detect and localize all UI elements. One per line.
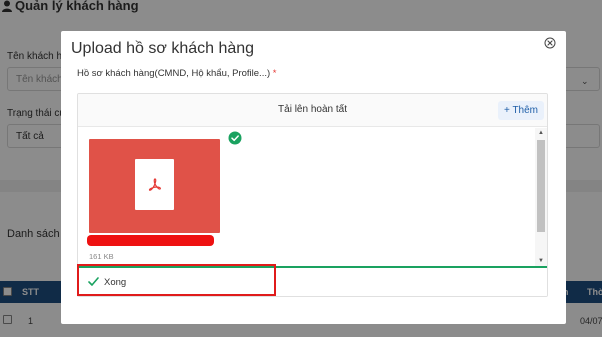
required-mark: * — [272, 68, 277, 79]
scroll-down-icon[interactable]: ▼ — [535, 257, 547, 265]
uploader-file-list: 161 KB ▲ ▼ — [78, 128, 547, 266]
uploader-header: Tải lên hoàn tất + Thêm — [78, 94, 547, 127]
scrollbar-thumb[interactable] — [537, 140, 545, 232]
upload-field-label: Hồ sơ khách hàng(CMND, Hộ khẩu, Profile.… — [77, 68, 276, 79]
acrobat-icon — [148, 177, 161, 191]
highlight-annotation — [77, 264, 276, 296]
file-size: 161 KB — [89, 252, 114, 261]
upload-complete-check-icon — [228, 131, 242, 145]
redacted-file-name — [87, 235, 214, 246]
modal-title: Upload hồ sơ khách hàng — [71, 40, 255, 57]
file-thumbnail[interactable] — [89, 139, 220, 233]
pdf-icon — [135, 159, 174, 210]
upload-field-label-text: Hồ sơ khách hàng(CMND, Hộ khẩu, Profile.… — [77, 68, 271, 79]
add-file-button[interactable]: + Thêm — [498, 101, 544, 120]
scroll-up-icon[interactable]: ▲ — [535, 129, 547, 137]
scrollbar[interactable]: ▲ ▼ — [535, 128, 547, 266]
close-icon[interactable] — [544, 37, 556, 49]
upload-status-text: Tải lên hoàn tất — [278, 104, 347, 115]
